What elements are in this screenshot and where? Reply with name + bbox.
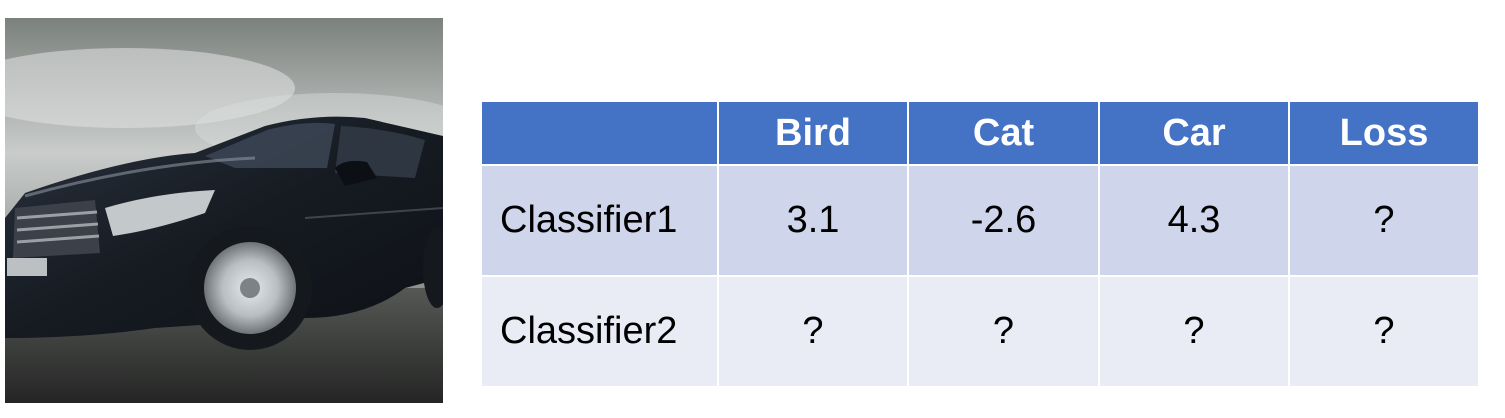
score-cell: 3.1 xyxy=(717,164,909,277)
table-row: Classifier2 ? ? ? ? xyxy=(480,275,1480,388)
table-row: Classifier1 3.1 -2.6 4.3 ? xyxy=(480,164,1480,277)
score-cell: ? xyxy=(907,275,1100,388)
score-table: Bird Cat Car Loss Classifier1 3.1 -2.6 4… xyxy=(480,100,1480,388)
corner-cell xyxy=(480,100,719,166)
car-photo xyxy=(5,18,443,403)
loss-cell: ? xyxy=(1288,164,1480,277)
license-plate xyxy=(7,258,47,276)
car-image xyxy=(5,18,443,403)
score-cell: 4.3 xyxy=(1098,164,1290,277)
header-row: Bird Cat Car Loss xyxy=(480,100,1480,166)
row-label: Classifier2 xyxy=(480,275,719,388)
score-cell: ? xyxy=(1098,275,1290,388)
column-header-bird: Bird xyxy=(717,100,909,166)
score-cell: ? xyxy=(717,275,909,388)
slide: Bird Cat Car Loss Classifier1 3.1 -2.6 4… xyxy=(0,0,1505,418)
score-cell: -2.6 xyxy=(907,164,1100,277)
row-label: Classifier1 xyxy=(480,164,719,277)
column-header-car: Car xyxy=(1098,100,1290,166)
column-header-loss: Loss xyxy=(1288,100,1480,166)
column-header-cat: Cat xyxy=(907,100,1100,166)
loss-cell: ? xyxy=(1288,275,1480,388)
